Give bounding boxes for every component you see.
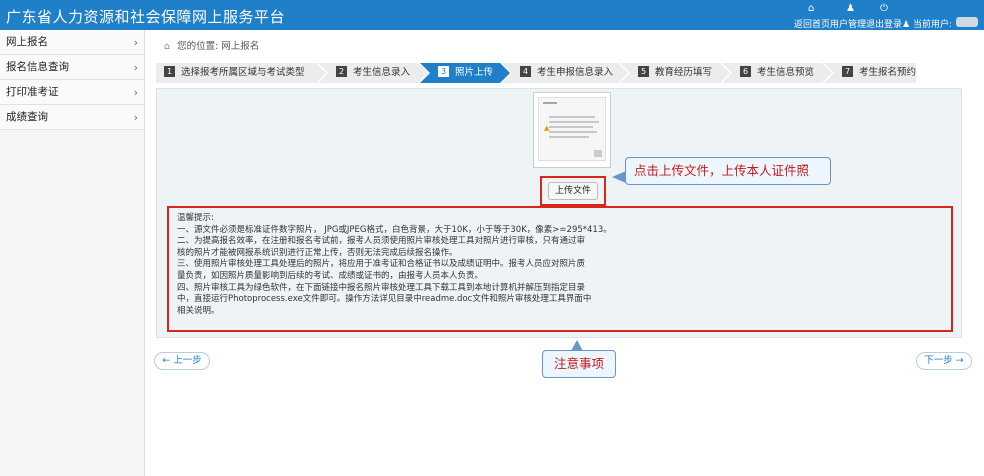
sidebar-item-label: 网上报名 xyxy=(6,36,48,48)
notice-line: 一、源文件必须是标准证件数字照片， JPG或JPEG格式，白色背景，大于10K，… xyxy=(177,224,612,235)
chevron-right-icon: › xyxy=(133,61,138,74)
step-number: 5 xyxy=(638,66,649,77)
app-title: 广东省人力资源和社会保障网上服务平台 xyxy=(6,8,286,26)
step-label: 考生报名预约 xyxy=(859,67,917,78)
sidebar-item-registration-query[interactable]: 报名信息查询 › xyxy=(0,55,144,80)
step-label: 考生信息预览 xyxy=(757,67,815,78)
notice-line: 核的照片才能被网报系统识别进行正常上传，否则无法完成后续报名操作。 xyxy=(177,247,458,258)
sidebar-item-score-query[interactable]: 成绩查询 › xyxy=(0,105,144,130)
photo-preview: ▲ xyxy=(533,92,611,168)
notice-line: 四、照片审核工具为绿色软件，在下面链接中报名照片审核处理工具下载工具到本地计算机… xyxy=(177,282,586,293)
breadcrumb-prefix: 您的位置: xyxy=(177,41,219,52)
notice-line: 三、使用照片审核处理工具处理后的照片，将应用于准考证和合格证书以及成绩证明中。报… xyxy=(177,259,586,270)
current-user-label: 当前用户: xyxy=(912,20,952,30)
step-number: 4 xyxy=(520,66,531,77)
notice-text: 温馨提示: 一、源文件必须是标准证件数字照片， JPG或JPEG格式，白色背景，… xyxy=(177,213,627,317)
top-header: 广东省人力资源和社会保障网上服务平台 ⌂ ♟ ⏻ 返回首页用户管理退出登录♟ 当… xyxy=(0,0,984,30)
upload-callout: 点击上传文件，上传本人证件照 xyxy=(625,157,831,185)
step-wizard: 1 选择报考所属区域与考试类型 2 考生信息录入 3 照片上传 4 考生申报信息录入 5… xyxy=(156,63,916,83)
notice-line: 中，直接运行Photoprocess.exe文件即可。操作方法详见目录中read… xyxy=(177,294,592,305)
step-6[interactable]: 6 考生信息预览 xyxy=(722,63,834,83)
main-content: ⌂ 您的位置: 网上报名 1 选择报考所属区域与考试类型 2 考生信息录入 3 照片上… xyxy=(146,30,984,476)
home-icon[interactable]: ⌂ xyxy=(808,3,814,14)
step-7[interactable]: 7 考生报名预约 xyxy=(824,63,916,83)
notice-callout: 注意事项 xyxy=(542,350,616,378)
notice-box: 温馨提示: 一、源文件必须是标准证件数字照片， JPG或JPEG格式，白色背景，… xyxy=(167,206,953,332)
step-number: 2 xyxy=(336,66,347,77)
photo-placeholder-image: ▲ xyxy=(538,97,606,161)
small-user-icon: ♟ xyxy=(902,20,911,30)
avatar[interactable] xyxy=(956,17,978,27)
step-label: 照片上传 xyxy=(455,67,494,78)
prev-step-button[interactable]: ← 上一步 xyxy=(154,352,210,370)
user-manage-link[interactable]: 用户管理 xyxy=(830,20,866,30)
power-icon[interactable]: ⏻ xyxy=(880,3,888,14)
sidebar-item-online-registration[interactable]: 网上报名 › xyxy=(0,30,144,55)
photo-ok-icon xyxy=(594,150,602,157)
next-step-button[interactable]: 下一步 → xyxy=(916,352,972,370)
step-label: 考生申报信息录入 xyxy=(537,67,614,78)
step-1[interactable]: 1 选择报考所属区域与考试类型 xyxy=(156,63,328,83)
upload-panel: ▲ 上传文件 点击上传文件，上传本人证件照 温馨提示: 一、源文件必须是标准证件… xyxy=(156,88,962,338)
chevron-right-icon: › xyxy=(133,111,138,124)
step-number: 7 xyxy=(842,66,853,77)
notice-line: 相关说明。 xyxy=(177,305,220,316)
step-label: 考生信息录入 xyxy=(353,67,411,78)
breadcrumb-current: 网上报名 xyxy=(221,41,260,52)
notice-line: 量负责，如因照片质量影响到后续的考试、成绩或证书的，由报考人员本人负责。 xyxy=(177,270,484,281)
chevron-right-icon: › xyxy=(133,86,138,99)
sidebar-item-label: 打印准考证 xyxy=(6,86,59,98)
user-icon[interactable]: ♟ xyxy=(846,3,855,14)
sidebar-item-label: 成绩查询 xyxy=(6,111,48,123)
chevron-right-icon: › xyxy=(133,36,138,49)
step-2[interactable]: 2 考生信息录入 xyxy=(318,63,430,83)
step-label: 教育经历填写 xyxy=(655,67,713,78)
callout-pointer xyxy=(612,171,626,183)
upload-file-button[interactable]: 上传文件 xyxy=(548,182,598,200)
step-3[interactable]: 3 照片上传 xyxy=(420,63,512,83)
notice-line: 二、为提高报名效率，在注册和报名考试前，报考人员须使用照片审核处理工具对照片进行… xyxy=(177,236,586,247)
sidebar-item-print-admission[interactable]: 打印准考证 › xyxy=(0,80,144,105)
warning-icon: ▲ xyxy=(544,124,550,132)
breadcrumb: ⌂ 您的位置: 网上报名 xyxy=(164,38,259,52)
step-5[interactable]: 5 教育经历填写 xyxy=(620,63,732,83)
step-4[interactable]: 4 考生申报信息录入 xyxy=(502,63,630,83)
logout-link[interactable]: 退出登录 xyxy=(866,20,902,30)
home-link[interactable]: 返回首页 xyxy=(794,20,830,30)
sidebar-item-label: 报名信息查询 xyxy=(6,61,69,73)
header-links: 返回首页用户管理退出登录♟ 当前用户: xyxy=(794,17,952,30)
step-number: 1 xyxy=(164,66,175,77)
step-number: 3 xyxy=(438,66,449,77)
step-number: 6 xyxy=(740,66,751,77)
sidebar: 网上报名 › 报名信息查询 › 打印准考证 › 成绩查询 › xyxy=(0,30,145,476)
home-icon: ⌂ xyxy=(164,41,171,52)
step-label: 选择报考所属区域与考试类型 xyxy=(181,67,305,78)
upload-highlight-box: 上传文件 xyxy=(540,176,606,206)
notice-line: 温馨提示: xyxy=(177,213,214,223)
